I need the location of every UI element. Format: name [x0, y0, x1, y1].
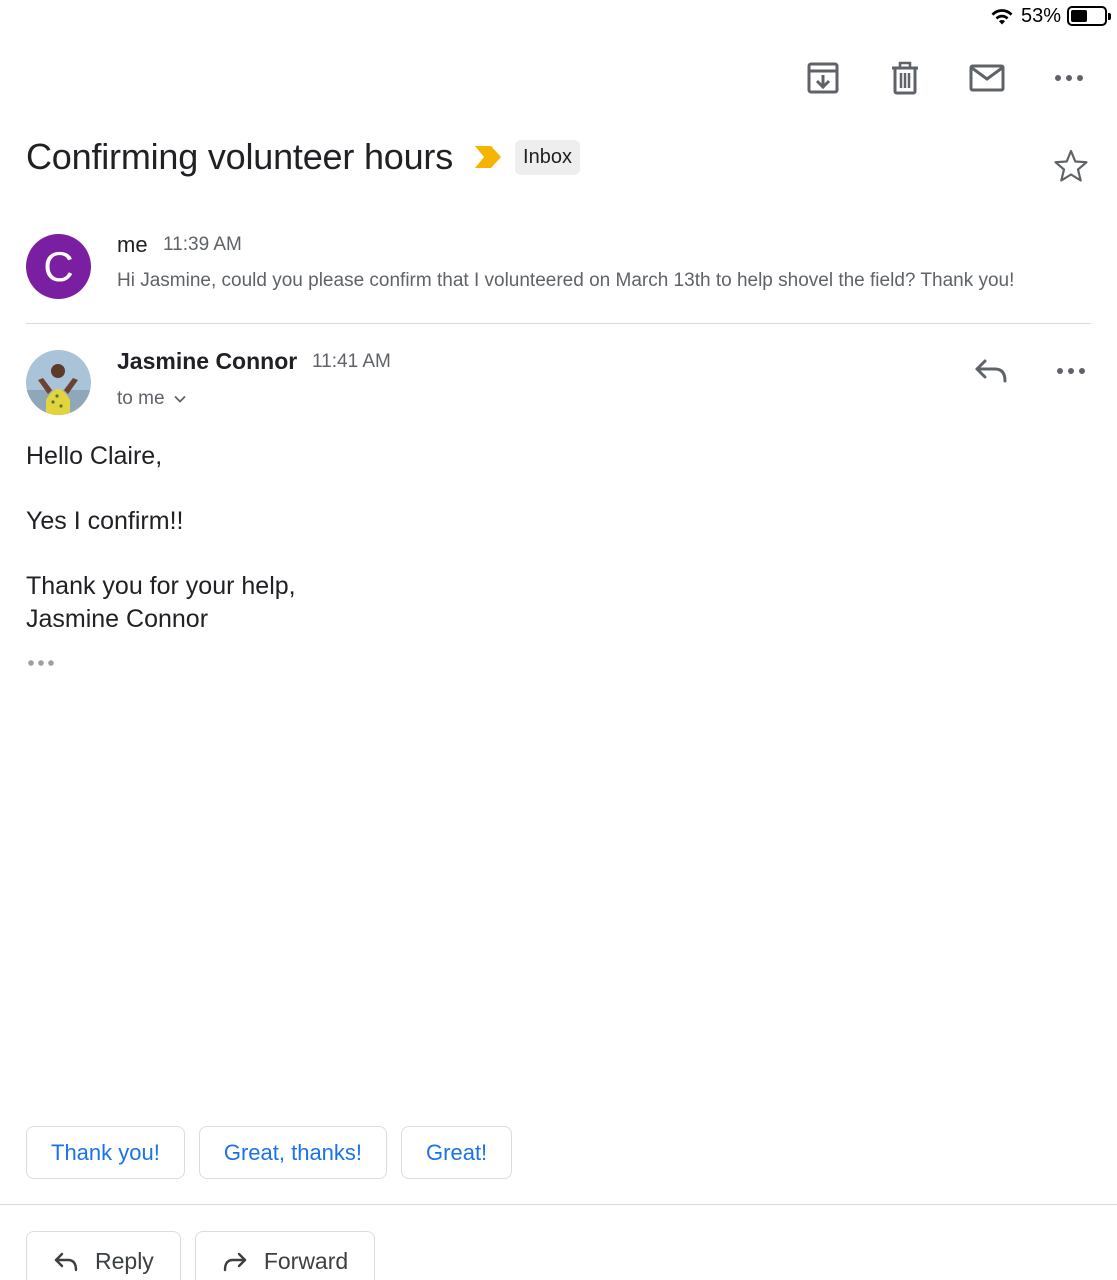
subject-row: Confirming volunteer hours Inbox — [26, 132, 1091, 182]
email-subject: Confirming volunteer hours — [26, 136, 454, 177]
avatar — [26, 350, 91, 415]
reply-button[interactable] — [971, 354, 1011, 388]
body-signature: Jasmine Connor — [26, 605, 209, 633]
reply-label: Reply — [95, 1248, 154, 1274]
chevron-down-icon — [173, 395, 186, 403]
show-trimmed-content-icon[interactable] — [26, 656, 58, 670]
label-chip-inbox[interactable]: Inbox — [515, 139, 580, 175]
smart-reply-button[interactable]: Great! — [401, 1126, 513, 1179]
message-snippet: Hi Jasmine, could you please confirm tha… — [117, 270, 1015, 291]
recipients-label: to me — [117, 388, 165, 409]
recipients-toggle[interactable]: to me — [117, 388, 187, 410]
trash-icon — [892, 61, 918, 95]
message-sender: Jasmine Connor — [117, 348, 298, 374]
forward-action-button[interactable]: Forward — [194, 1231, 376, 1280]
more-horizontal-icon — [1057, 368, 1085, 374]
star-icon[interactable] — [1053, 148, 1089, 184]
reply-icon — [54, 1252, 78, 1271]
message-time: 11:41 AM — [312, 351, 391, 372]
smart-replies: Thank you! Great, thanks! Great! — [26, 1126, 513, 1179]
mark-unread-icon — [969, 64, 1005, 92]
more-horizontal-icon — [1055, 75, 1083, 81]
battery-percent: 53% — [1020, 4, 1061, 27]
avatar: C — [26, 234, 91, 299]
delete-button[interactable] — [885, 58, 925, 98]
body-closing: Thank you for your help, — [26, 572, 296, 600]
message-actions — [971, 354, 1091, 388]
forward-icon — [223, 1252, 247, 1271]
archive-button[interactable] — [803, 58, 843, 98]
divider — [0, 1204, 1117, 1205]
message-sender: me — [117, 232, 148, 257]
reply-action-button[interactable]: Reply — [26, 1231, 181, 1280]
reply-icon — [975, 359, 1007, 383]
body-greeting: Hello Claire, — [26, 442, 163, 470]
archive-icon — [807, 62, 839, 94]
avatar-letter: C — [43, 242, 74, 290]
toolbar — [803, 58, 1089, 98]
message-time: 11:39 AM — [163, 234, 242, 255]
mark-unread-button[interactable] — [967, 58, 1007, 98]
message-body: Hello Claire, Yes I confirm!! Thank you … — [26, 440, 296, 636]
message-collapsed[interactable]: C me 11:39 AM Hi Jasmine, could you plea… — [26, 222, 1091, 324]
bottom-actions: Reply Forward — [26, 1231, 376, 1280]
more-options-button[interactable] — [1049, 58, 1089, 98]
importance-marker-icon[interactable] — [473, 144, 503, 170]
body-line: Yes I confirm!! — [26, 507, 184, 535]
wifi-icon — [991, 9, 1013, 25]
smart-reply-button[interactable]: Thank you! — [26, 1126, 185, 1179]
message-more-button[interactable] — [1051, 354, 1091, 388]
forward-label: Forward — [263, 1248, 349, 1274]
battery-icon — [1067, 6, 1111, 26]
smart-reply-button[interactable]: Great, thanks! — [198, 1126, 388, 1179]
profile-photo — [26, 350, 91, 415]
status-bar: 53% — [989, 4, 1111, 28]
